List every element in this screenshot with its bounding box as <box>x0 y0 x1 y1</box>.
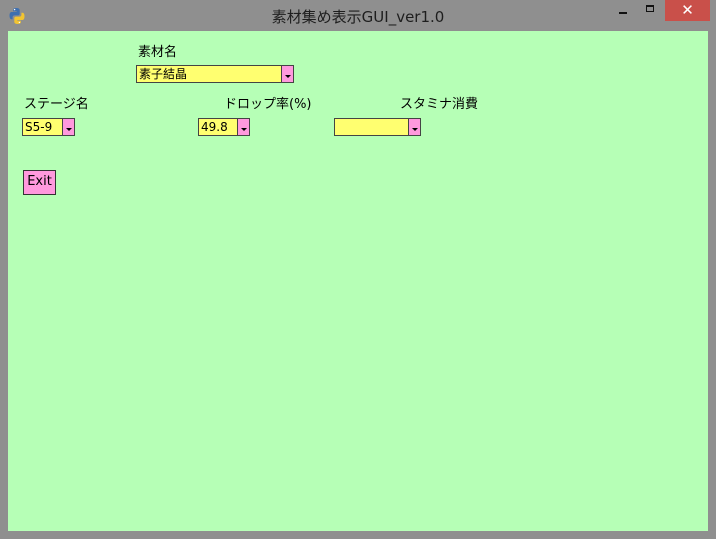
window-title: 素材集め表示GUI_ver1.0 <box>271 8 445 26</box>
stamina-label: スタミナ消費 <box>400 97 479 112</box>
maximize-icon <box>646 5 654 12</box>
stamina-dropdown-button[interactable] <box>408 119 420 135</box>
stamina-combobox[interactable] <box>334 118 421 136</box>
minimize-button[interactable] <box>610 0 637 21</box>
close-icon: ✕ <box>681 1 694 19</box>
title-bar[interactable]: 素材集め表示GUI_ver1.0 ✕ <box>0 0 716 31</box>
material-name-combobox[interactable]: 素子結晶 <box>136 65 294 83</box>
stage-name-value: S5-9 <box>25 120 53 134</box>
material-name-label: 素材名 <box>138 45 178 60</box>
chevron-down-icon <box>285 75 291 78</box>
minimize-icon <box>619 12 627 14</box>
stage-name-label: ステージ名 <box>24 97 89 112</box>
material-dropdown-button[interactable] <box>281 66 293 82</box>
app-window: 素材集め表示GUI_ver1.0 ✕ 素材名 素子結晶 ステージ名 S5-9 ド… <box>0 0 716 539</box>
client-area: 素材名 素子結晶 ステージ名 S5-9 ドロップ率(%) 49.8 スタミナ消費 <box>8 31 708 531</box>
drop-rate-combobox[interactable]: 49.8 <box>198 118 250 136</box>
exit-button[interactable]: Exit <box>23 170 56 195</box>
close-button[interactable]: ✕ <box>665 0 710 21</box>
drop-rate-value: 49.8 <box>201 120 228 134</box>
chevron-down-icon <box>412 128 418 131</box>
chevron-down-icon <box>241 128 247 131</box>
drop-rate-label: ドロップ率(%) <box>224 97 312 112</box>
chevron-down-icon <box>66 128 72 131</box>
maximize-button[interactable] <box>637 0 664 21</box>
stage-dropdown-button[interactable] <box>62 119 74 135</box>
drop-rate-dropdown-button[interactable] <box>237 119 249 135</box>
material-name-value: 素子結晶 <box>139 67 188 81</box>
stage-name-combobox[interactable]: S5-9 <box>22 118 75 136</box>
